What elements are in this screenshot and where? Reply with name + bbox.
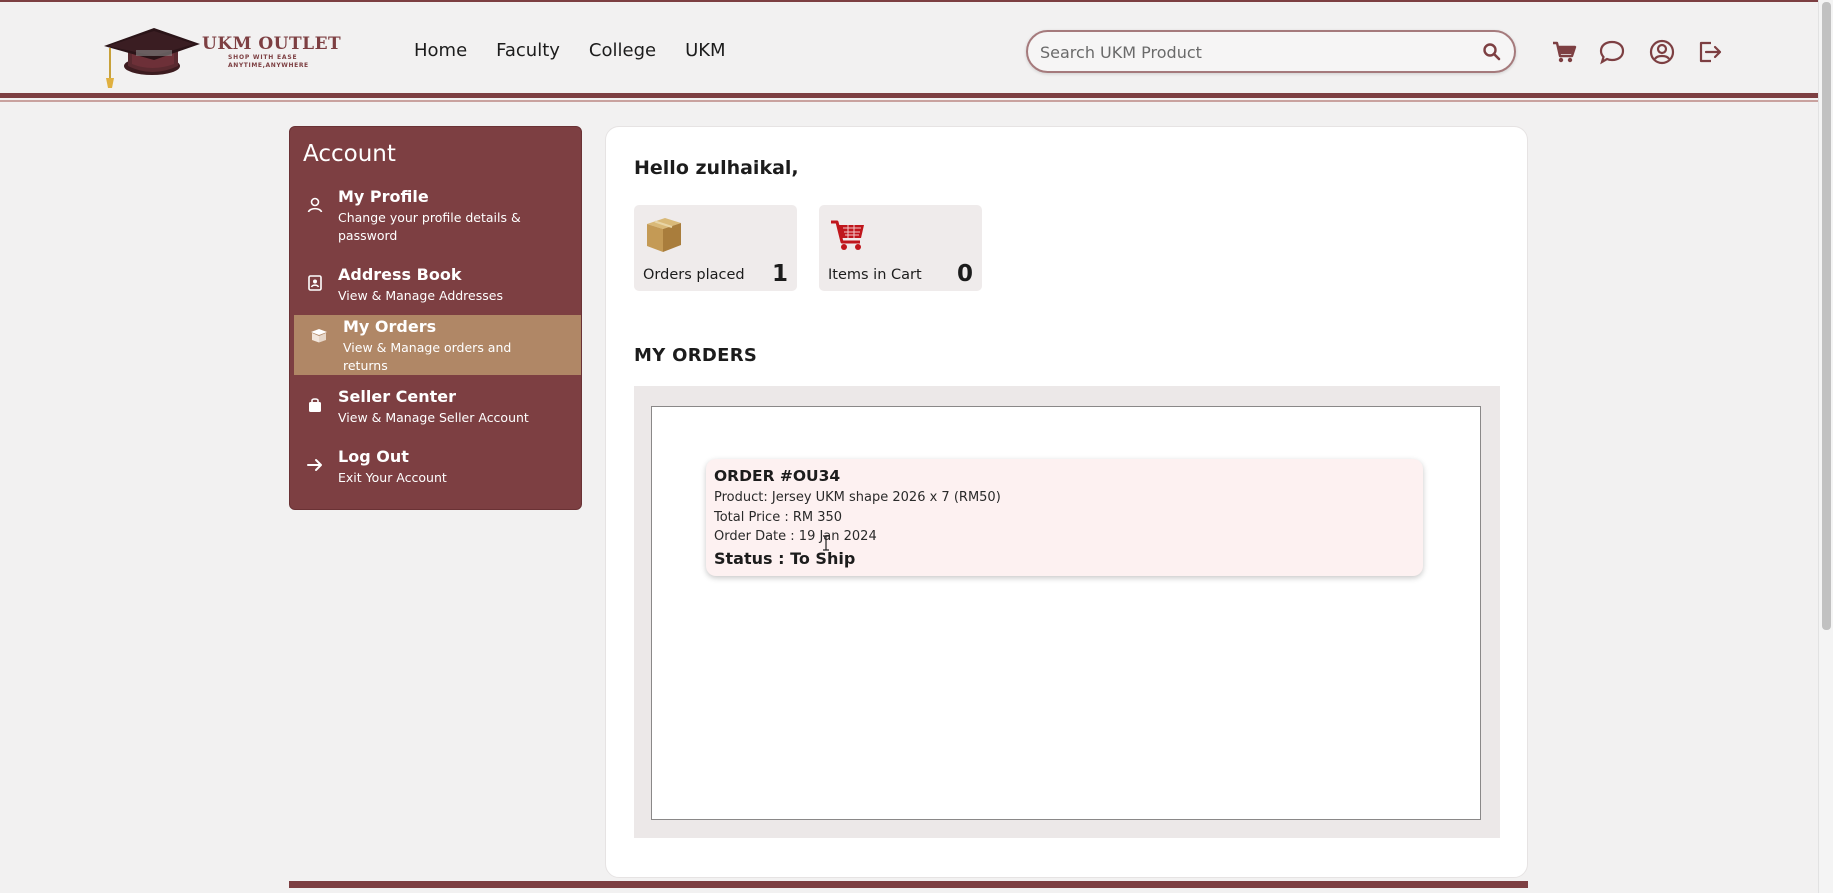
sidebar-title: Account <box>303 141 396 167</box>
items-in-cart-card[interactable]: Items in Cart 0 <box>819 205 982 291</box>
shopping-cart-icon <box>831 220 864 250</box>
order-card[interactable]: ORDER #OU34 Product: Jersey UKM shape 20… <box>706 459 1423 576</box>
sidebar-item-my-profile[interactable]: My Profile Change your profile details &… <box>290 185 581 245</box>
sidebar-item-description: View & Manage Addresses <box>338 288 503 303</box>
account-sidebar: Account My Profile Change your profile d… <box>289 126 582 510</box>
cart-icon[interactable] <box>1550 38 1578 66</box>
user-account-icon[interactable] <box>1648 38 1676 66</box>
sidebar-item-label: Seller Center <box>338 387 457 406</box>
scrollbar-thumb[interactable] <box>1822 2 1831 630</box>
sidebar-item-description: Exit Your Account <box>338 470 447 485</box>
account-main-panel: Hello zulhaikal, Orders placed 1 Items i… <box>605 126 1528 878</box>
sidebar-item-seller-center[interactable]: Seller Center View & Manage Seller Accou… <box>290 385 581 445</box>
nav-faculty[interactable]: Faculty <box>496 40 560 61</box>
brand-tagline: SHOP WITH EASE <box>228 54 298 61</box>
sidebar-item-log-out[interactable]: Log Out Exit Your Account <box>290 445 581 505</box>
order-status: Status : To Ship <box>714 549 856 568</box>
shopping-bag-icon <box>309 398 321 412</box>
user-icon <box>307 197 323 213</box>
sidebar-item-label: My Profile <box>338 187 429 206</box>
orders-placed-card[interactable]: Orders placed 1 <box>634 205 797 291</box>
footer-accent-line <box>289 881 1528 888</box>
order-total-price: Total Price : RM 350 <box>714 510 843 525</box>
order-id: ORDER #OU34 <box>714 467 841 485</box>
search-input[interactable] <box>1040 40 1460 64</box>
arrow-right-icon <box>307 459 322 471</box>
greeting: Hello zulhaikal, <box>634 157 799 179</box>
order-date: Order Date : 19 Jan 2024 <box>714 529 877 544</box>
brand-name: UKM OUTLET <box>202 34 342 54</box>
stat-label: Items in Cart <box>828 267 922 283</box>
nav-home[interactable]: Home <box>414 40 467 61</box>
items-in-cart-count: 0 <box>956 261 973 287</box>
nav-ukm[interactable]: UKM <box>685 40 726 61</box>
sidebar-item-my-orders[interactable]: My Orders View & Manage orders and retur… <box>294 315 581 375</box>
logout-icon[interactable] <box>1696 38 1724 66</box>
order-product: Product: Jersey UKM shape 2026 x 7 (RM50… <box>714 490 1001 505</box>
site-header: UKM OUTLET SHOP WITH EASE ANYTIME,ANYWHE… <box>0 2 1818 102</box>
sidebar-item-label: My Orders <box>343 317 437 336</box>
sidebar-item-description: View & Manage Seller Account <box>338 410 529 425</box>
orders-list[interactable]: ORDER #OU34 Product: Jersey UKM shape 20… <box>651 406 1481 820</box>
brand-tagline-2: ANYTIME,ANYWHERE <box>228 62 309 69</box>
chat-icon[interactable] <box>1598 38 1626 66</box>
search-icon[interactable] <box>1482 42 1502 62</box>
sidebar-item-description: View & Manage orders and returns <box>343 340 512 373</box>
sidebar-item-label: Log Out <box>338 447 409 466</box>
search-bar <box>1026 30 1516 73</box>
my-orders-heading: MY ORDERS <box>634 345 758 366</box>
package-icon <box>647 218 681 252</box>
text-cursor-icon <box>823 535 829 551</box>
page-scrollbar[interactable] <box>1818 0 1833 893</box>
sidebar-item-address-book[interactable]: Address Book View & Manage Addresses <box>290 263 581 323</box>
orders-container: ORDER #OU34 Product: Jersey UKM shape 20… <box>634 386 1500 838</box>
main-nav: Home Faculty College UKM <box>414 40 726 61</box>
orders-placed-count: 1 <box>771 261 788 287</box>
address-book-icon <box>308 275 322 291</box>
nav-college[interactable]: College <box>589 40 656 61</box>
graduation-cap-icon <box>104 28 200 88</box>
sidebar-item-label: Address Book <box>338 265 462 284</box>
box-icon <box>311 329 327 343</box>
brand-logo[interactable]: UKM OUTLET SHOP WITH EASE ANYTIME,ANYWHE… <box>102 22 341 90</box>
stat-label: Orders placed <box>643 267 745 283</box>
sidebar-item-description: Change your profile details & password <box>338 210 521 243</box>
